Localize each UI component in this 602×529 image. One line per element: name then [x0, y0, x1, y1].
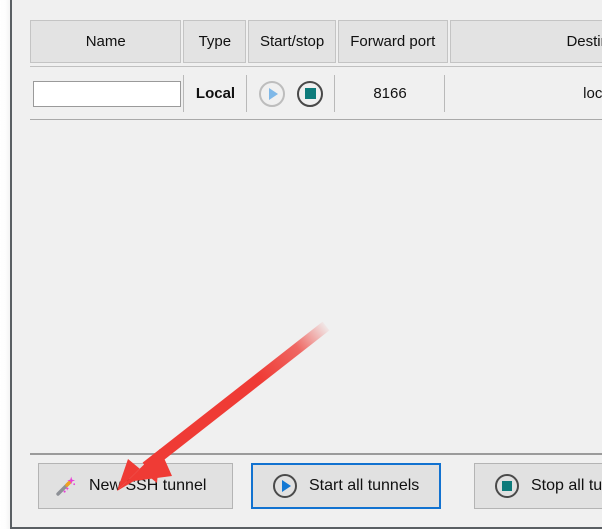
- column-header-name[interactable]: Name: [30, 20, 182, 63]
- cell-start-stop: [247, 68, 335, 119]
- magic-wand-icon: [55, 475, 77, 497]
- column-header-name-label: Name: [85, 33, 126, 50]
- tunnel-name-input[interactable]: [33, 80, 181, 107]
- column-header-forward-port-label: Forward port: [350, 33, 436, 50]
- stop-all-tunnels-button[interactable]: Stop all tunne: [474, 463, 602, 509]
- row-stop-button[interactable]: [297, 80, 323, 107]
- table-row[interactable]: Local 8166 local: [30, 68, 602, 119]
- destination-value: local: [583, 85, 602, 102]
- application-window: Name Type Start/stop Forward port Destin: [0, 0, 602, 529]
- column-header-forward-port[interactable]: Forward port: [337, 20, 448, 63]
- stop-square: [502, 481, 512, 491]
- stop-circle-icon: [495, 474, 519, 498]
- cell-destination[interactable]: local: [445, 68, 602, 119]
- panel-bottom-rule: [30, 453, 602, 455]
- tunnel-type-value: Local: [195, 85, 236, 102]
- tunnels-table-panel: Name Type Start/stop Forward port Destin: [30, 18, 602, 455]
- cell-name: [30, 68, 184, 119]
- play-circle-icon: [273, 474, 297, 498]
- cell-type: Local: [184, 68, 247, 119]
- column-header-destination-label: Destin: [566, 33, 602, 50]
- bottom-button-bar: New SSH tunnel Start all tunnels Stop al…: [24, 463, 602, 513]
- column-header-type-label: Type: [198, 33, 232, 50]
- play-triangle: [282, 480, 291, 492]
- stop-all-tunnels-label: Stop all tunne: [531, 477, 602, 494]
- table-header-row: Name Type Start/stop Forward port Destin: [30, 18, 602, 65]
- column-header-destination[interactable]: Destin: [449, 20, 602, 63]
- column-header-start-stop[interactable]: Start/stop: [248, 20, 336, 63]
- forward-port-value: 8166: [373, 85, 407, 102]
- new-ssh-tunnel-label: New SSH tunnel: [89, 477, 207, 494]
- start-all-tunnels-label: Start all tunnels: [309, 477, 420, 494]
- window-left-gutter: [0, 0, 10, 529]
- window-client-area: Name Type Start/stop Forward port Destin: [12, 0, 602, 527]
- row-start-button[interactable]: [259, 80, 285, 107]
- stop-icon: [304, 88, 316, 99]
- new-ssh-tunnel-button[interactable]: New SSH tunnel: [38, 463, 233, 509]
- column-header-type[interactable]: Type: [183, 20, 247, 63]
- cell-forward-port[interactable]: 8166: [335, 68, 445, 119]
- table-empty-body[interactable]: [30, 120, 602, 453]
- column-header-start-stop-label: Start/stop: [259, 33, 325, 50]
- header-separator-rule: [30, 66, 602, 67]
- start-all-tunnels-button[interactable]: Start all tunnels: [251, 463, 441, 509]
- play-icon: [269, 87, 278, 100]
